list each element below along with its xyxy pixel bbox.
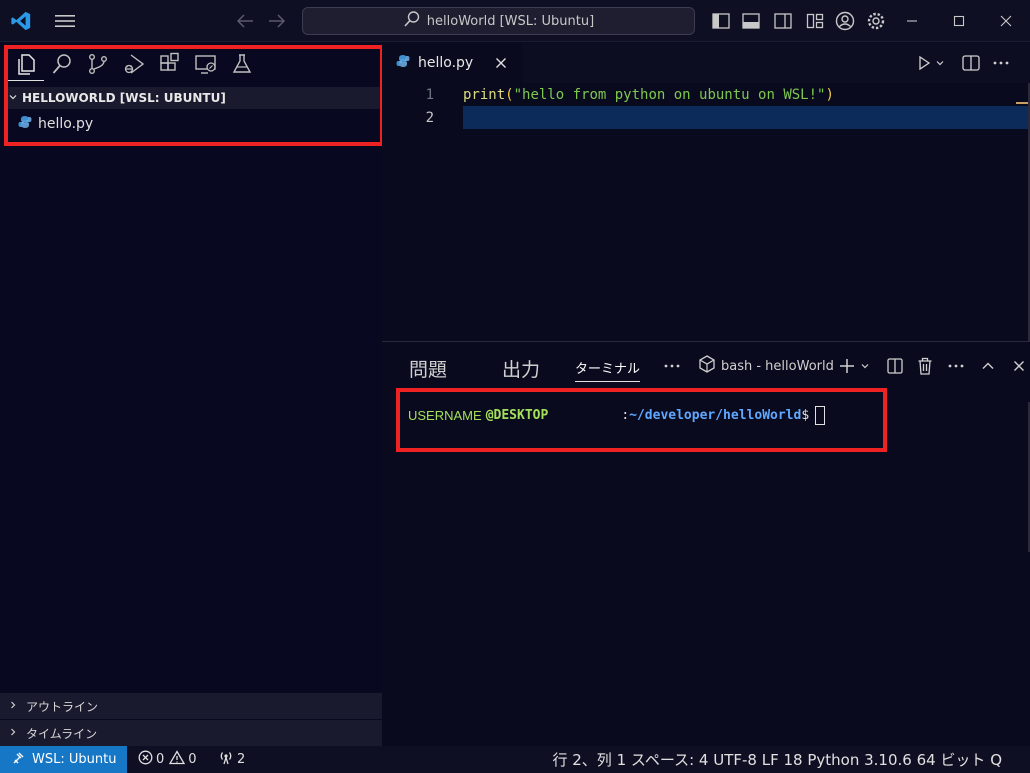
broadcast-icon [218,750,234,769]
terminal-separator: : [621,407,630,423]
remote-connection-icon [12,751,26,769]
code-paren-open: ( [505,86,514,103]
testing-flask-icon[interactable] [224,47,260,81]
activity-bar [8,47,260,81]
more-actions-icon[interactable] [989,51,1013,75]
terminal-box-icon [699,355,715,377]
search-icon [403,10,421,32]
terminal-host: @DESKTOP [485,407,549,423]
file-item-hello-py[interactable]: hello.py [4,111,382,137]
code-text: print("hello from python on ubuntu on WS… [463,87,834,103]
problems-indicator[interactable]: 0 0 [138,746,197,773]
remote-label: WSL: Ubuntu [32,752,117,767]
line-number: 1 [425,86,434,103]
command-center-search[interactable]: helloWorld [WSL: Ubuntu] [302,7,695,35]
toggle-secondary-sidebar-icon[interactable] [770,8,796,34]
menu-icon[interactable] [52,8,78,34]
split-terminal-icon[interactable] [884,354,906,378]
code-line-1[interactable]: 1 print("hello from python on ubuntu on … [382,83,1022,106]
panel-more-actions-icon[interactable] [945,354,967,378]
close-window-icon[interactable] [991,8,1021,34]
outline-label: アウトライン [26,699,99,714]
chevron-down-icon [4,92,22,105]
new-terminal-chevron-icon[interactable] [858,354,872,378]
python-file-icon [396,54,410,72]
editor-tab-bar: hello.py [382,43,1030,83]
error-count: 0 [156,752,165,767]
account-icon[interactable] [832,8,858,34]
terminal-instance-selector[interactable]: bash - helloWorld [699,354,834,378]
status-bar: WSL: Ubuntu 0 0 2 行 2、列 1 スペース: 4 UTF-8 … [0,746,1030,773]
timeline-label: タイムライン [26,726,98,741]
tab-output[interactable]: 出力 [502,352,540,384]
terminal-username: USERNAME [408,407,482,423]
remote-indicator[interactable]: WSL: Ubuntu [0,746,127,773]
search-text: helloWorld [WSL: Ubuntu] [426,13,595,29]
forward-arrow-icon[interactable] [264,8,290,34]
split-editor-icon[interactable] [959,51,983,75]
panel-more-icon[interactable] [660,354,684,378]
back-arrow-icon[interactable] [232,8,258,34]
new-terminal-plus-icon[interactable] [836,354,858,378]
settings-gear-icon[interactable] [863,8,889,34]
file-name: hello.py [38,116,94,132]
editor-status-info[interactable]: 行 2、列 1 スペース: 4 UTF-8 LF 18 Python 3.10.… [553,746,1003,773]
close-icon[interactable] [495,54,507,73]
bottom-panel: 問題 出力 ターミナル bash - helloWorld USERNAME @… [382,341,1030,746]
maximize-panel-chevron-up-icon[interactable] [977,354,999,378]
ports-count: 2 [237,752,246,767]
line-number: 2 [425,109,434,126]
sidebar: HELLOWORLD [WSL: UBUNTU] hello.py アウトライン… [0,43,384,746]
tab-label: hello.py [418,55,474,71]
terminal-path: ~/developer/helloWorld [629,407,802,423]
terminal-name: bash - helloWorld [721,358,834,374]
code-string: "hello from python on ubuntu on WSL!" [513,86,826,103]
terminal-prompt-line[interactable]: USERNAME @DESKTOP : ~/developer/helloWor… [408,404,826,426]
search-icon[interactable] [44,47,80,81]
terminal-cursor [815,405,826,425]
code-paren-close: ) [825,86,834,103]
tab-hello-py[interactable]: hello.py [382,43,522,83]
warning-count: 0 [188,752,197,767]
outline-section-header[interactable]: アウトライン [0,693,382,719]
code-line-2[interactable]: 2 [382,106,1030,129]
chevron-right-icon [8,699,18,713]
remote-explorer-icon[interactable] [188,47,224,81]
code-function: print [463,86,506,103]
customize-layout-icon[interactable] [802,8,828,34]
ports-indicator[interactable]: 2 [218,746,245,773]
explorer-files-icon[interactable] [8,47,44,81]
extensions-icon[interactable] [152,47,188,81]
kill-terminal-trash-icon[interactable] [914,354,936,378]
tab-problems[interactable]: 問題 [409,352,447,384]
chevron-right-icon [8,726,18,740]
vscode-logo-icon [8,8,34,34]
minimize-icon[interactable] [897,8,927,34]
maximize-icon[interactable] [944,8,974,34]
title-bar: helloWorld [WSL: Ubuntu] [0,0,1030,42]
explorer-section-header[interactable]: HELLOWORLD [WSL: UBUNTU] [4,87,382,109]
source-control-icon[interactable] [80,47,116,81]
warning-icon [169,750,186,769]
close-panel-icon[interactable] [1008,354,1030,378]
terminal-dollar: $ [801,407,810,423]
toggle-primary-sidebar-icon[interactable] [708,8,734,34]
run-debug-icon[interactable] [116,47,152,81]
explorer-title: HELLOWORLD [WSL: UBUNTU] [22,91,226,105]
error-icon [138,750,153,769]
toggle-panel-icon[interactable] [738,8,764,34]
timeline-section-header[interactable]: タイムライン [0,720,382,746]
editor-area: hello.py 1 print("hello from python on u… [382,43,1030,583]
current-line-highlight [463,106,1030,129]
run-dropdown-chevron-icon[interactable] [932,51,948,75]
python-file-icon [18,115,32,133]
tab-terminal[interactable]: ターミナル [575,354,641,382]
